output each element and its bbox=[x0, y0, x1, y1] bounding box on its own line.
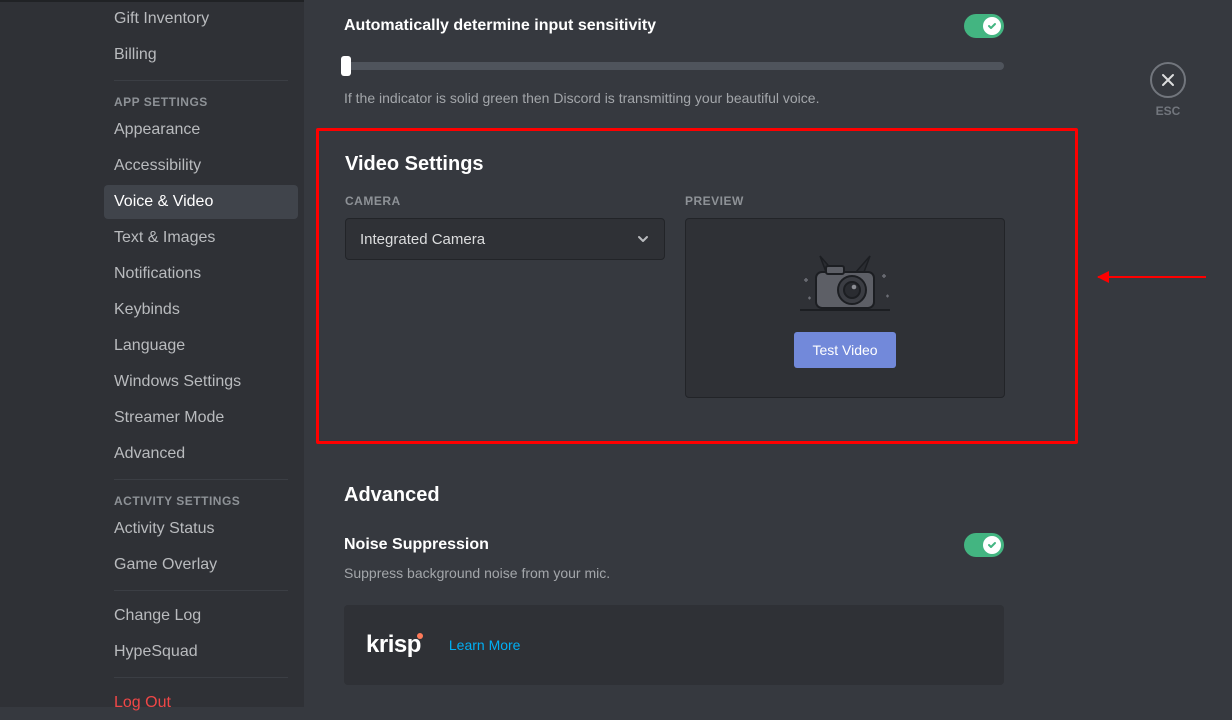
sidebar-item-game-overlay[interactable]: Game Overlay bbox=[104, 548, 298, 582]
close-area: ESC bbox=[1150, 62, 1186, 118]
camera-select[interactable]: Integrated Camera bbox=[345, 218, 665, 260]
sidebar-item-advanced[interactable]: Advanced bbox=[104, 437, 298, 471]
sidebar-item-language[interactable]: Language bbox=[104, 329, 298, 363]
test-video-button[interactable]: Test Video bbox=[794, 332, 895, 368]
sidebar-item-gift-inventory[interactable]: Gift Inventory bbox=[104, 2, 298, 36]
video-settings-title: Video Settings bbox=[345, 153, 1049, 176]
input-sensitivity-toggle[interactable] bbox=[964, 14, 1004, 38]
video-settings-section: Video Settings CAMERA Integrated Camera … bbox=[316, 128, 1078, 444]
advanced-title: Advanced bbox=[344, 484, 1192, 507]
noise-suppression-label: Noise Suppression bbox=[344, 536, 489, 554]
sensitivity-hint: If the indicator is solid green then Dis… bbox=[344, 90, 1192, 106]
slider-handle[interactable] bbox=[341, 56, 351, 76]
krisp-logo-text: krisp bbox=[366, 631, 421, 658]
preview-column: PREVIEW bbox=[685, 194, 1005, 398]
check-icon bbox=[987, 21, 997, 31]
section-header-app-settings: APP SETTINGS bbox=[104, 89, 298, 113]
noise-suppression-row: Noise Suppression bbox=[344, 533, 1004, 557]
section-header-activity-settings: ACTIVITY SETTINGS bbox=[104, 488, 298, 512]
sidebar-item-keybinds[interactable]: Keybinds bbox=[104, 293, 298, 327]
camera-column: CAMERA Integrated Camera bbox=[345, 194, 665, 398]
input-sensitivity-row: Automatically determine input sensitivit… bbox=[344, 14, 1004, 38]
camera-illustration-icon bbox=[790, 248, 900, 318]
divider bbox=[114, 80, 288, 81]
sidebar-item-notifications[interactable]: Notifications bbox=[104, 257, 298, 291]
noise-suppression-toggle[interactable] bbox=[964, 533, 1004, 557]
input-sensitivity-label: Automatically determine input sensitivit… bbox=[344, 17, 656, 35]
settings-sidebar: Gift Inventory Billing APP SETTINGS Appe… bbox=[0, 0, 304, 707]
esc-label: ESC bbox=[1156, 104, 1181, 118]
toggle-knob bbox=[983, 17, 1001, 35]
sensitivity-slider[interactable] bbox=[344, 62, 1004, 70]
noise-suppression-hint: Suppress background noise from your mic. bbox=[344, 565, 1192, 581]
krisp-panel: krisp Learn More bbox=[344, 605, 1004, 685]
sidebar-item-appearance[interactable]: Appearance bbox=[104, 113, 298, 147]
check-icon bbox=[987, 540, 997, 550]
krisp-logo: krisp bbox=[366, 631, 423, 659]
sidebar-item-change-log[interactable]: Change Log bbox=[104, 599, 298, 633]
camera-label: CAMERA bbox=[345, 194, 665, 208]
sidebar-item-windows-settings[interactable]: Windows Settings bbox=[104, 365, 298, 399]
sidebar-item-activity-status[interactable]: Activity Status bbox=[104, 512, 298, 546]
sidebar-item-accessibility[interactable]: Accessibility bbox=[104, 149, 298, 183]
camera-value: Integrated Camera bbox=[360, 231, 485, 248]
toggle-knob bbox=[983, 536, 1001, 554]
divider bbox=[114, 479, 288, 480]
divider bbox=[114, 590, 288, 591]
close-button[interactable] bbox=[1150, 62, 1186, 98]
sidebar-item-hypesquad[interactable]: HypeSquad bbox=[104, 635, 298, 669]
sidebar-item-billing[interactable]: Billing bbox=[104, 38, 298, 72]
krisp-dot-icon bbox=[417, 633, 423, 639]
preview-label: PREVIEW bbox=[685, 194, 1005, 208]
sidebar-item-voice-video[interactable]: Voice & Video bbox=[104, 185, 298, 219]
settings-content: ESC Automatically determine input sensit… bbox=[304, 0, 1232, 707]
divider bbox=[114, 677, 288, 678]
close-icon bbox=[1160, 72, 1176, 88]
preview-box: Test Video bbox=[685, 218, 1005, 398]
annotation-arrow bbox=[1098, 276, 1206, 278]
chevron-down-icon bbox=[636, 232, 650, 246]
sidebar-item-text-images[interactable]: Text & Images bbox=[104, 221, 298, 255]
sidebar-item-streamer-mode[interactable]: Streamer Mode bbox=[104, 401, 298, 435]
learn-more-link[interactable]: Learn More bbox=[449, 637, 521, 653]
sidebar-item-logout[interactable]: Log Out bbox=[104, 686, 298, 720]
